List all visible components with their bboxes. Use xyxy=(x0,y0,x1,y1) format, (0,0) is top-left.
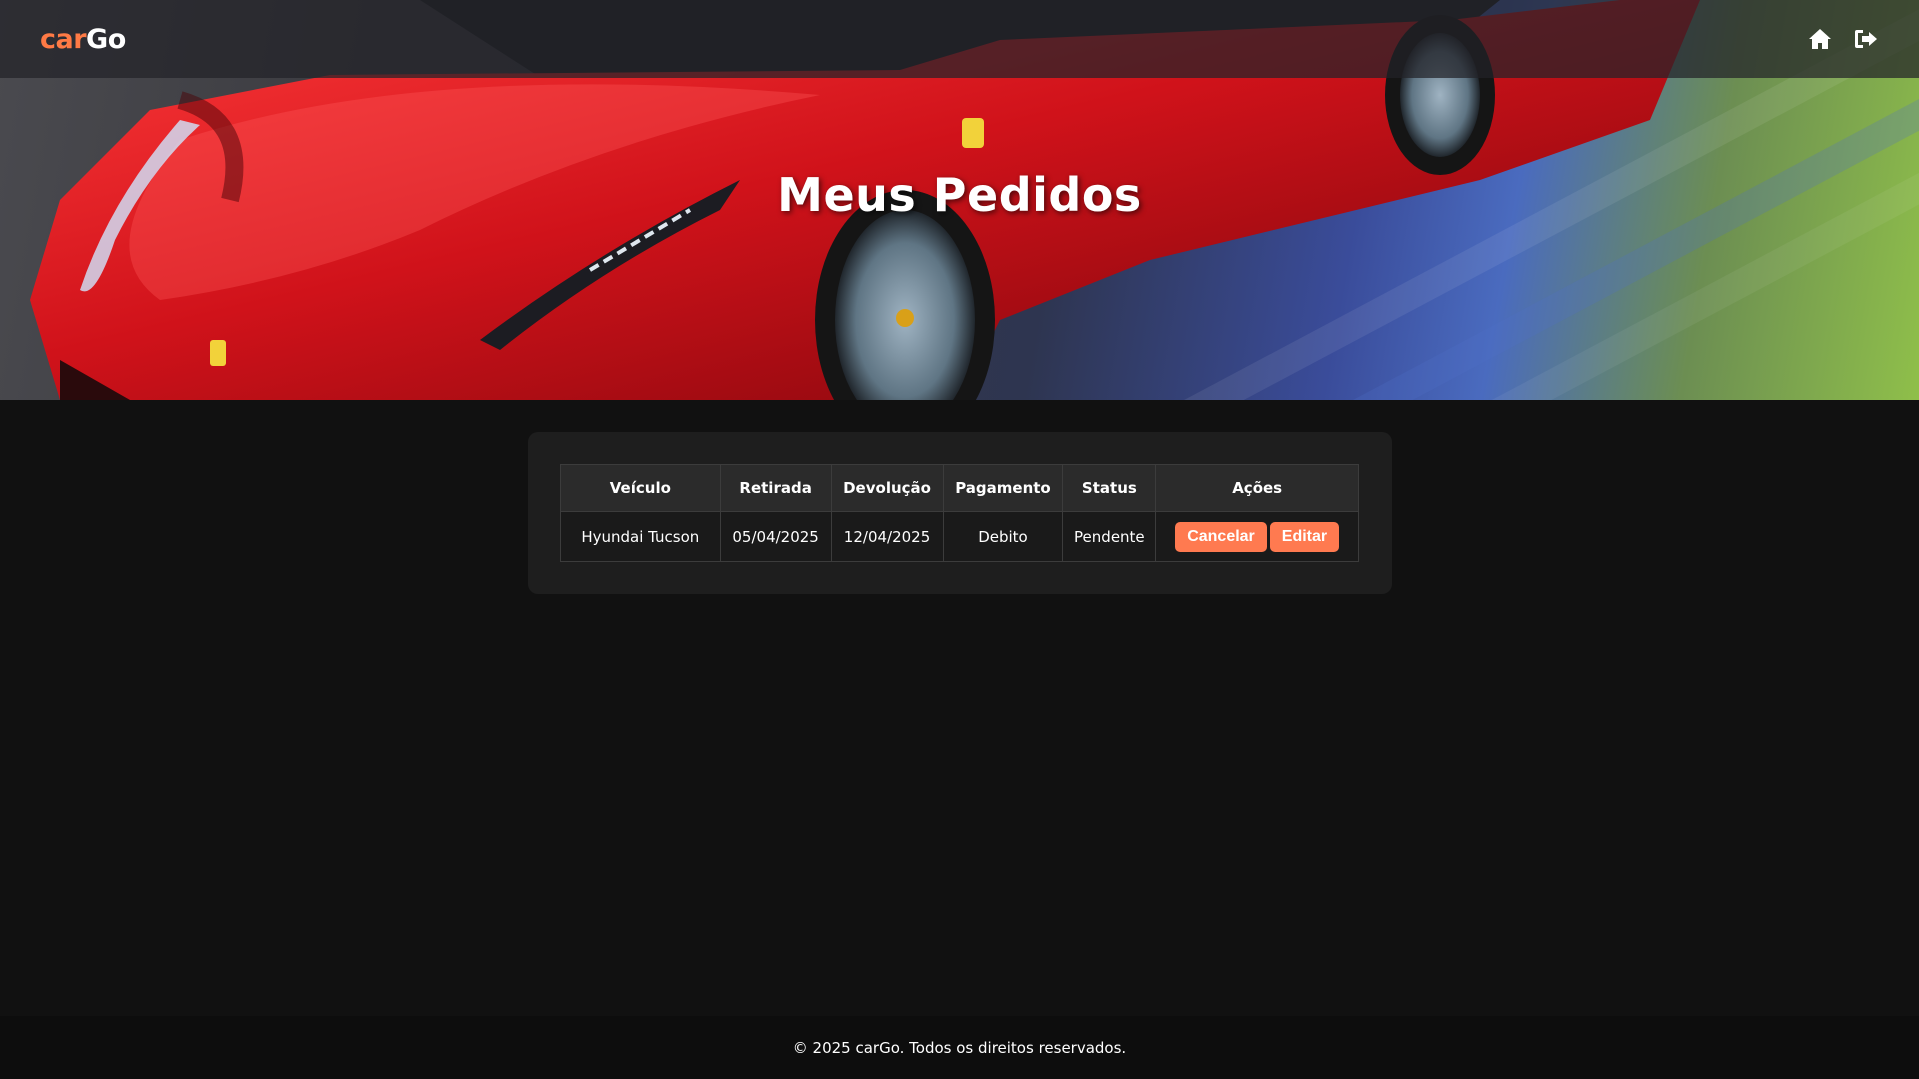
footer-text: © 2025 carGo. Todos os direitos reservad… xyxy=(792,1038,1127,1057)
brand-logo-part2: Go xyxy=(86,23,126,55)
home-icon[interactable] xyxy=(1807,26,1833,52)
cell-actions: Cancelar Editar xyxy=(1155,511,1359,562)
orders-table: Veículo Retirada Devolução Pagamento Sta… xyxy=(560,464,1359,562)
brand-logo[interactable]: carGo xyxy=(40,24,126,55)
header-actions: Ações xyxy=(1155,464,1359,512)
cancel-button[interactable]: Cancelar xyxy=(1175,521,1267,552)
cell-status: Pendente xyxy=(1062,511,1157,562)
brand-logo-part1: car xyxy=(40,23,87,55)
header-status: Status xyxy=(1062,464,1157,512)
footer: © 2025 carGo. Todos os direitos reservad… xyxy=(0,1016,1919,1079)
edit-button[interactable]: Editar xyxy=(1269,521,1340,552)
nav-icons xyxy=(1807,26,1879,52)
header-return: Devolução xyxy=(830,464,944,512)
top-navbar: carGo xyxy=(0,0,1919,78)
page: Meus Pedidos carGo Veículo Retirada Devo… xyxy=(0,0,1919,1079)
cell-return: 12/04/2025 xyxy=(830,511,944,562)
header-pickup: Retirada xyxy=(719,464,832,512)
header-vehicle: Veículo xyxy=(560,464,721,512)
page-title: Meus Pedidos xyxy=(777,168,1142,222)
logout-icon[interactable] xyxy=(1853,26,1879,52)
table-header-row: Veículo Retirada Devolução Pagamento Sta… xyxy=(560,464,1359,512)
cell-pickup: 05/04/2025 xyxy=(719,511,832,562)
cell-vehicle: Hyundai Tucson xyxy=(560,511,721,562)
table-row: Hyundai Tucson 05/04/2025 12/04/2025 Deb… xyxy=(560,511,1359,562)
header-payment: Pagamento xyxy=(942,464,1064,512)
cell-payment: Debito xyxy=(942,511,1064,562)
orders-card: Veículo Retirada Devolução Pagamento Sta… xyxy=(528,432,1392,594)
